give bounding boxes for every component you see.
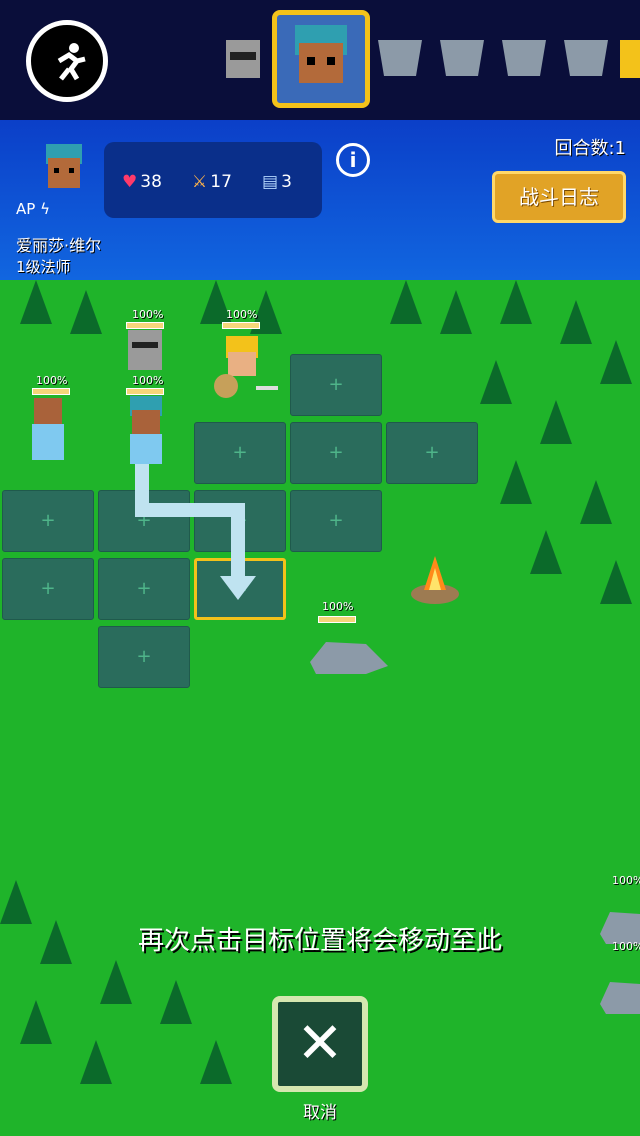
move-tile[interactable]: + [290,422,382,484]
defense-stat: ▤ 3 [262,172,292,192]
hp-percent: 100% [132,308,164,321]
warrior-unit[interactable] [208,332,278,402]
move-path-arrow [135,460,256,600]
tree [500,280,532,324]
attack-value: 17 [210,172,232,192]
wolf-unit[interactable] [598,974,640,1018]
move-tile[interactable]: + [2,558,94,620]
mage-icon [295,25,347,83]
wolf-portrait[interactable] [372,30,428,86]
tree [530,530,562,574]
hp-percent: 100% [322,600,354,613]
wolf-portrait[interactable] [496,30,552,86]
flee-button[interactable] [26,20,108,102]
tree [20,1000,52,1044]
wolf-portrait[interactable] [434,30,490,86]
move-tile[interactable]: + [2,490,94,552]
wolf-portrait[interactable] [558,30,614,86]
info-button[interactable]: i [336,143,370,177]
heart-icon: ♥ [122,172,138,192]
wolf-unit[interactable] [306,632,392,682]
tree [390,280,422,324]
hp-bar [318,616,356,623]
hp-bar [222,322,260,329]
tree [440,290,472,334]
hero-portrait[interactable] [616,30,640,86]
close-icon: ✕ [296,1011,344,1076]
mage-unit[interactable] [118,394,174,470]
tree [540,400,572,444]
attack-stat: ⚔ 17 [192,172,232,192]
tree [580,480,612,524]
move-tile[interactable]: + [386,422,478,484]
tree [480,360,512,404]
hero-level-class: 1级法师 [16,258,71,276]
move-tile[interactable]: + [290,354,382,416]
tree [600,340,632,384]
hero-name: 爱丽莎·维尔 [16,236,102,255]
tree [600,560,632,604]
defense-value: 3 [281,172,292,192]
knight-unit[interactable] [120,326,170,376]
hp-stat: ♥ 38 [122,172,162,192]
tree [20,280,52,324]
tree [80,1040,112,1084]
ap-label: AP ϟ [16,200,50,218]
round-counter: 回合数:1 [554,138,626,159]
sword-icon: ⚔ [192,172,208,192]
battle-log-button[interactable]: 战斗日志 [492,171,626,223]
move-tile[interactable]: + [290,490,382,552]
tree [100,960,132,1004]
hp-percent: 100% [36,374,68,387]
tree [500,460,532,504]
turn-order-bar [0,0,640,120]
tree [560,300,592,344]
hp-percent: 100% [132,374,164,387]
hero-avatar [46,144,82,188]
tree [160,980,192,1024]
tree [70,290,102,334]
monk-unit[interactable] [20,394,76,470]
hero-stats: ♥ 38 ⚔ 17 ▤ 3 [104,142,322,218]
move-hint-text: 再次点击目标位置将会移动至此 [137,926,502,956]
cancel-label: 取消 [303,1103,337,1123]
tree [200,1040,232,1084]
hp-percent: 100% [226,308,258,321]
campfire [411,556,459,604]
active-unit-portrait[interactable] [272,10,370,108]
move-tile[interactable]: + [98,626,190,688]
armor-icon: ▤ [262,172,279,192]
hp-percent: 100% [612,874,640,887]
hp-value: 38 [140,172,162,192]
run-icon [43,37,95,89]
tree [0,880,32,924]
knight-portrait[interactable] [214,30,270,86]
cancel-button[interactable]: ✕ [272,996,368,1092]
